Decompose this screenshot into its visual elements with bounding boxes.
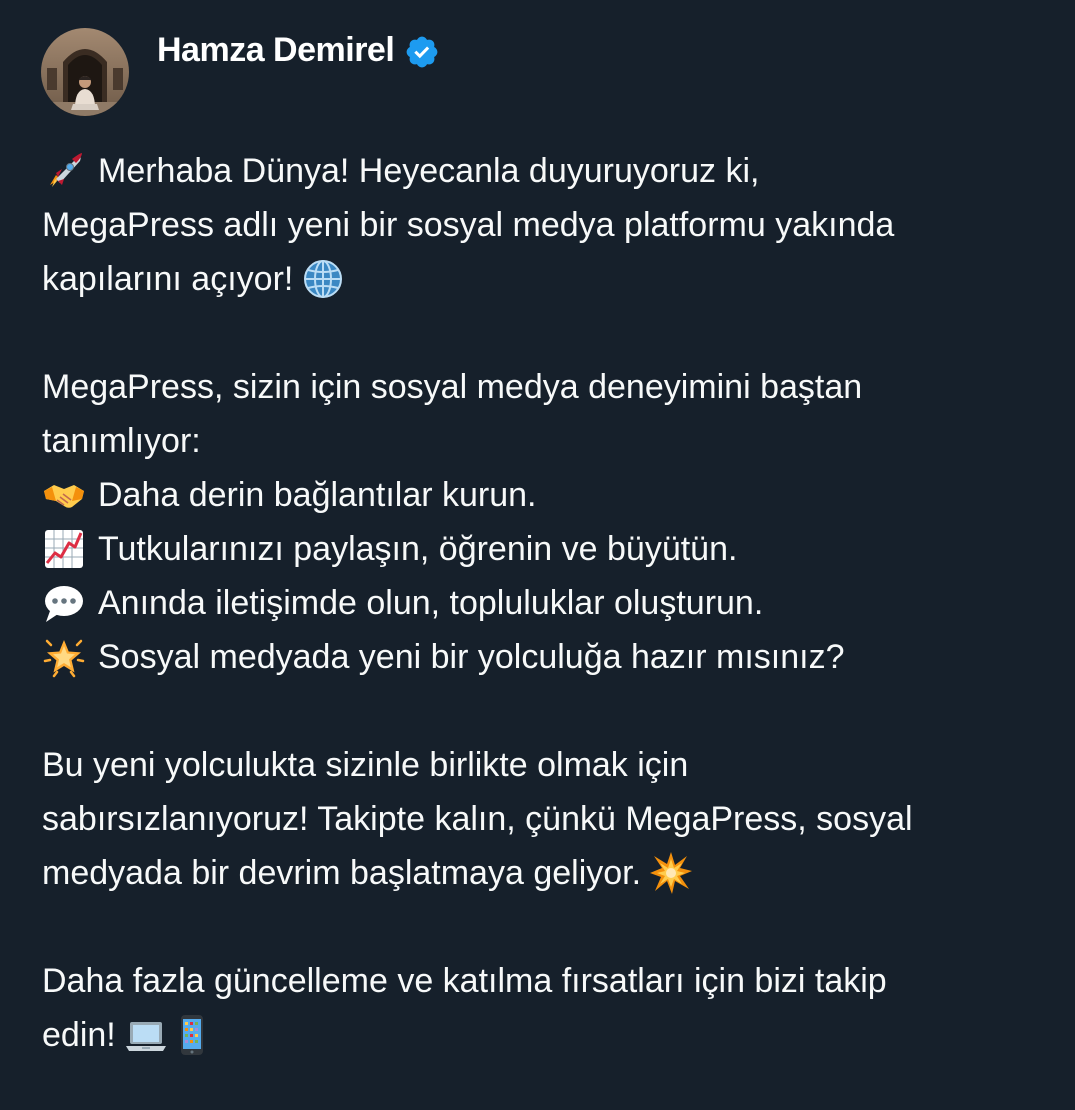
avatar-image (41, 28, 129, 116)
globe-icon (301, 257, 345, 301)
feature-item: Daha derin bağlantılar kurun. (42, 468, 1052, 522)
feature-item: Sosyal medyada yeni bir yolculuğa hazır … (42, 630, 1052, 684)
features-intro-line-2: tanımlıyor: (42, 422, 201, 460)
glowing-star-icon (42, 635, 86, 679)
intro-text-1: Merhaba Dünya! Heyecanla duyuruyoruz ki, (98, 152, 760, 190)
intro-text-3: kapılarını açıyor! (42, 260, 294, 298)
author-name[interactable]: Hamza Demirel (157, 31, 395, 70)
feature-item: Anında iletişimde olun, topluluklar oluş… (42, 576, 1052, 630)
mobile-phone-icon (170, 1013, 214, 1057)
cta-text-2: edin! (42, 1016, 116, 1054)
speech-bubble-icon (42, 581, 86, 625)
author-header: Hamza Demirel (157, 31, 440, 70)
verified-badge-icon (404, 34, 440, 70)
collision-icon (649, 851, 693, 895)
rocket-icon (42, 149, 86, 193)
laptop-icon (124, 1013, 168, 1057)
features-intro-line-1: MegaPress, sizin için sosyal medya deney… (42, 368, 863, 406)
feature-text: Daha derin bağlantılar kurun. (98, 476, 537, 514)
feature-text: Sosyal medyada yeni bir yolculuğa hazır … (98, 638, 845, 676)
intro-line-2: MegaPress adlı yeni bir sosyal medya pla… (42, 206, 895, 244)
closing-line-1: Bu yeni yolculukta sizinle birlikte olma… (42, 746, 689, 784)
feature-text: Anında iletişimde olun, topluluklar oluş… (98, 584, 764, 622)
intro-line-3: kapılarını açıyor! (42, 252, 1052, 306)
post-body: Merhaba Dünya! Heyecanla duyuruyoruz ki,… (42, 144, 1052, 1062)
closing-text-3: medyada bir devrim başlatmaya geliyor. (42, 854, 642, 892)
avatar[interactable] (41, 28, 129, 116)
cta-line-1: Daha fazla güncelleme ve katılma fırsatl… (42, 962, 887, 1000)
chart-increasing-icon (42, 527, 86, 571)
handshake-icon (42, 473, 86, 517)
post: Hamza Demirel Merhaba Dünya! Heyecanla d… (0, 0, 1075, 1110)
intro-line-1: Merhaba Dünya! Heyecanla duyuruyoruz ki, (42, 144, 1052, 198)
closing-line-2: sabırsızlanıyoruz! Takipte kalın, çünkü … (42, 800, 913, 838)
feature-text: Tutkularınızı paylaşın, öğrenin ve büyüt… (98, 530, 738, 568)
closing-line-3: medyada bir devrim başlatmaya geliyor. (42, 846, 1052, 900)
feature-item: Tutkularınızı paylaşın, öğrenin ve büyüt… (42, 522, 1052, 576)
cta-line-2: edin! (42, 1008, 1052, 1062)
